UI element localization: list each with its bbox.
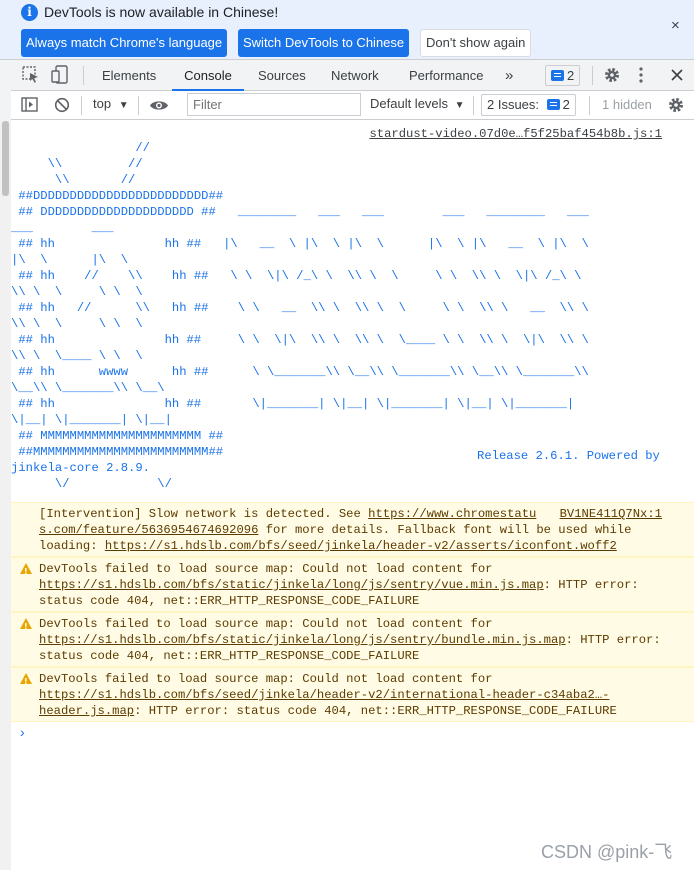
close-icon[interactable]: × — [671, 17, 680, 34]
ascii-art-log: // \\ // \\ // ##DDDDDDDDDDDDDDDDDDDDDDD… — [11, 141, 589, 491]
console-settings-icon[interactable] — [667, 96, 685, 114]
tab-network[interactable]: Network — [331, 60, 379, 91]
inspect-element-icon[interactable] — [22, 66, 40, 84]
message-link[interactable]: https://s1.hdslb.com/bfs/seed/jinkela/he… — [105, 539, 617, 553]
message-text: DevTools failed to load source map: Coul… — [39, 562, 493, 576]
warning-message: DevTools failed to load source map: Coul… — [11, 667, 694, 722]
filter-input[interactable] — [187, 93, 361, 116]
watermark: CSDN @pink-飞 — [541, 842, 673, 862]
left-strip — [0, 60, 11, 121]
scrollbar[interactable] — [0, 121, 11, 870]
console-output: stardust-video.07d0e…f5f25baf454b8b.js:1… — [11, 121, 694, 870]
log-levels-dropdown[interactable]: Default levels ▼ — [370, 96, 465, 111]
match-language-button[interactable]: Always match Chrome's language — [21, 29, 228, 57]
message-text: [Intervention] Slow network is detected.… — [39, 507, 369, 521]
eye-icon[interactable] — [149, 99, 169, 112]
tab-performance[interactable]: Performance — [409, 60, 483, 91]
message-link[interactable]: s.com/feature/5636954674692096 — [39, 523, 258, 537]
warning-message: DevTools failed to load source map: Coul… — [11, 612, 694, 667]
gear-icon[interactable] — [603, 66, 621, 84]
close-devtools-icon[interactable] — [669, 67, 685, 83]
infobar-message: DevTools is now available in Chinese! — [44, 4, 279, 20]
toolbar-separator — [138, 96, 139, 115]
hidden-count: 1 hidden — [602, 97, 652, 112]
dropdown-arrow-icon: ▼ — [118, 100, 129, 111]
more-tabs-button[interactable]: » — [505, 60, 513, 91]
message-link[interactable]: https://s1.hdslb.com/bfs/static/jinkela/… — [39, 633, 566, 647]
scrollbar-thumb[interactable] — [2, 121, 9, 196]
dropdown-arrow-icon: ▼ — [454, 100, 465, 111]
issues-badge[interactable]: 2 — [545, 65, 581, 86]
message-source-link[interactable]: BV1NE411Q7Nx:1 — [560, 506, 662, 522]
console-toolbar: top ▼ Default levels ▼ 2 Issues: 2 1 hid… — [11, 91, 694, 120]
warning-icon — [20, 673, 32, 690]
warning-icon — [20, 563, 32, 580]
message-link[interactable]: https://s1.hdslb.com/bfs/static/jinkela/… — [39, 578, 544, 592]
tab-separator — [83, 66, 84, 85]
issues-count: 2 — [567, 68, 575, 83]
issues-button[interactable]: 2 Issues: 2 — [481, 94, 576, 116]
toolbar-separator — [589, 96, 590, 115]
context-selector[interactable]: top ▼ — [93, 96, 129, 111]
console-prompt[interactable]: › — [20, 724, 25, 740]
switch-to-chinese-button[interactable]: Switch DevTools to Chinese — [238, 29, 410, 57]
chat-icon — [551, 70, 564, 82]
sidebar-toggle-icon[interactable] — [21, 97, 39, 113]
warning-icon — [20, 618, 32, 635]
tab-elements[interactable]: Elements — [102, 60, 156, 91]
tab-sources[interactable]: Sources — [258, 60, 306, 91]
dont-show-again-button[interactable]: Don't show again — [420, 29, 532, 57]
intervention-message: [Intervention] Slow network is detected.… — [11, 502, 694, 557]
issues-count: 2 — [562, 97, 570, 112]
language-infobar: i DevTools is now available in Chinese! … — [0, 0, 694, 60]
log-levels-label: Default levels — [370, 96, 449, 111]
device-toolbar-icon[interactable] — [51, 65, 69, 85]
message-text: DevTools failed to load source map: Coul… — [39, 617, 493, 631]
toolbar-separator — [81, 96, 82, 115]
message-link[interactable]: https://www.chromestatu — [368, 507, 536, 521]
clear-console-icon[interactable] — [54, 97, 70, 113]
tab-separator — [592, 66, 593, 85]
tab-console[interactable]: Console — [172, 60, 244, 91]
message-text: DevTools failed to load source map: Coul… — [39, 672, 493, 686]
panel-tabbar: Elements Console Sources Network Perform… — [11, 60, 694, 91]
warning-message: DevTools failed to load source map: Coul… — [11, 557, 694, 612]
info-icon: i — [21, 4, 38, 21]
context-label: top — [93, 96, 112, 111]
toolbar-separator — [473, 96, 474, 115]
source-link[interactable]: stardust-video.07d0e…f5f25baf454b8b.js:1 — [369, 127, 662, 141]
release-text: Release 2.6.1. Powered by — [477, 449, 660, 463]
kebab-menu-icon[interactable] — [638, 66, 644, 84]
issues-label: 2 Issues: — [487, 97, 540, 112]
chat-icon — [546, 99, 560, 111]
message-text: : HTTP error: status code 404, net::ERR_… — [134, 704, 617, 718]
